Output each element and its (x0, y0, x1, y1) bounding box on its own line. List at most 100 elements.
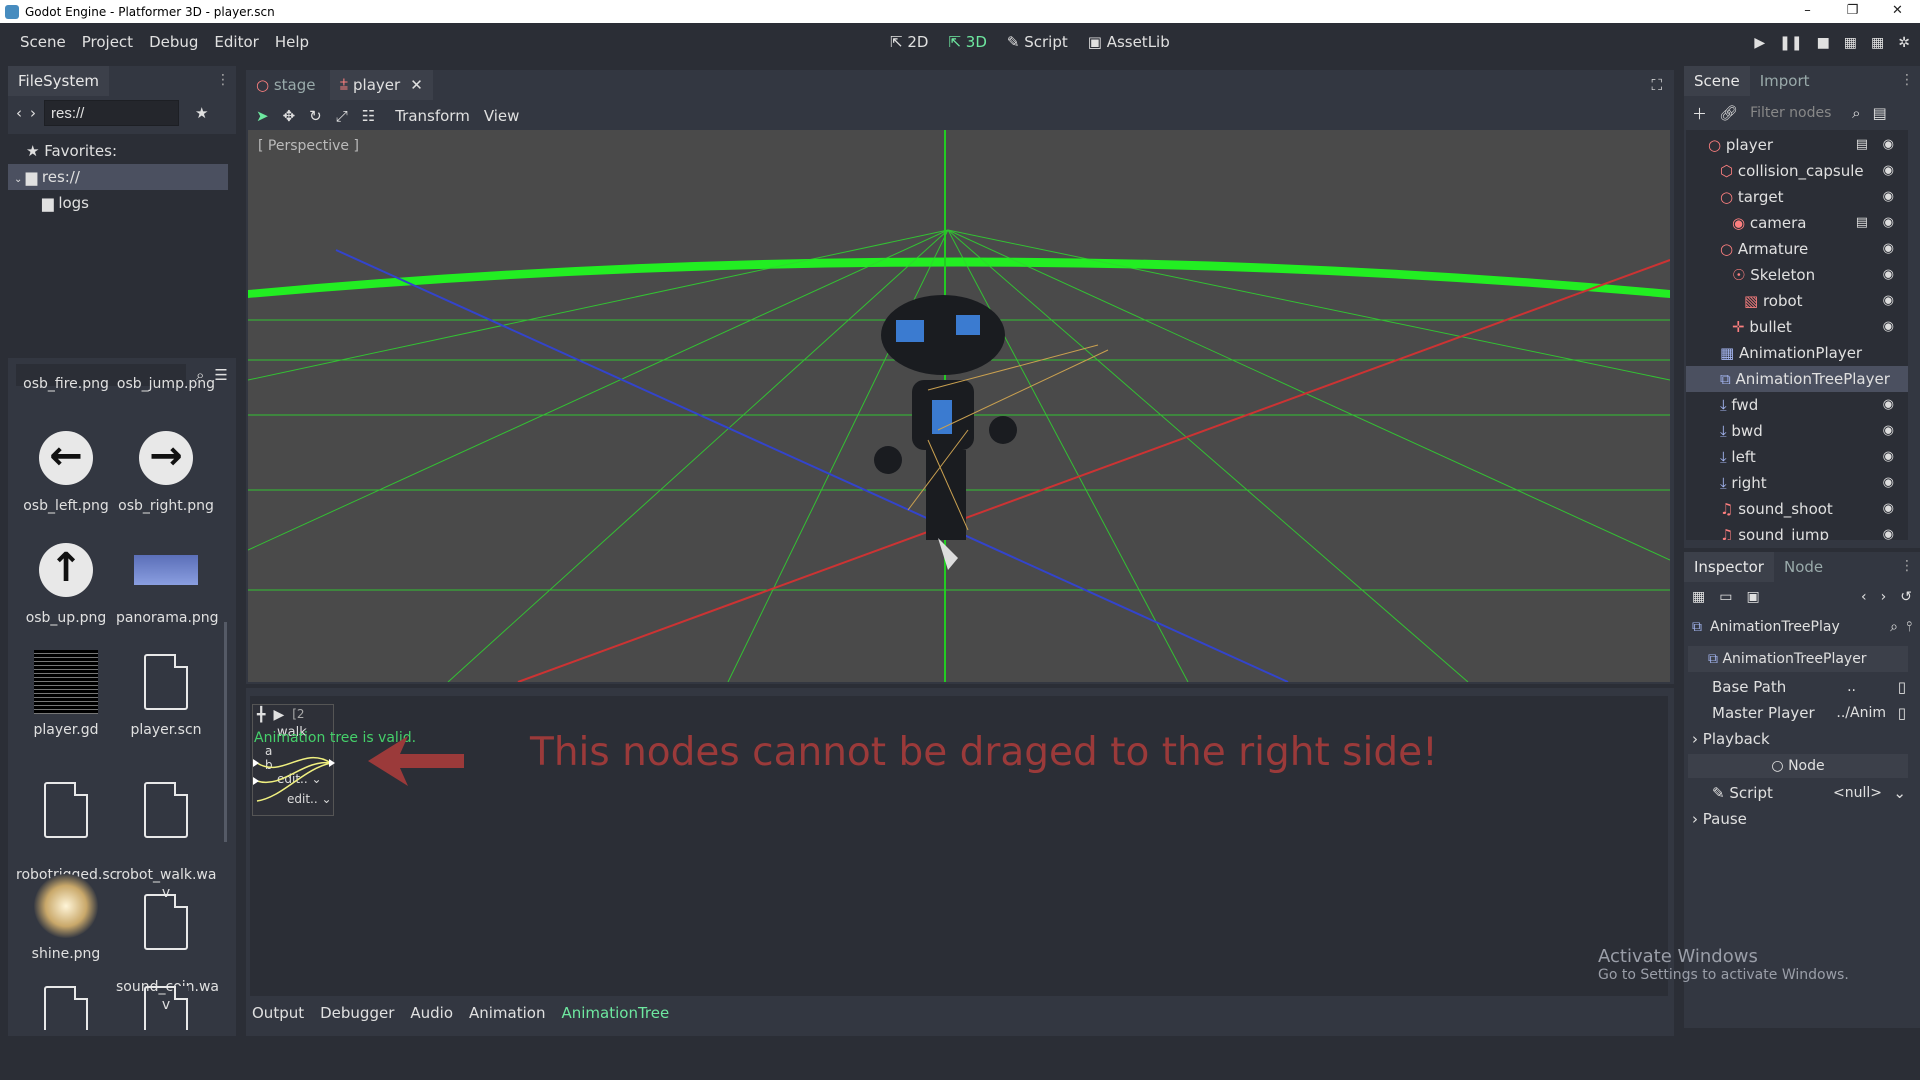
history-forward-icon[interactable]: › (1881, 589, 1887, 605)
add-node-icon[interactable]: ＋ (1692, 103, 1707, 124)
back-arrow-icon[interactable]: ‹ (16, 104, 22, 122)
history-icon[interactable]: ↺ (1900, 589, 1912, 605)
add-node-icon[interactable]: ╋ (257, 707, 265, 723)
close-tab-icon[interactable]: ✕ (410, 76, 423, 94)
path-input[interactable] (44, 100, 179, 126)
prop-value[interactable]: .. (1847, 674, 1856, 700)
mode-script-button[interactable]: ✎ Script (1007, 33, 1068, 51)
menu-project[interactable]: Project (74, 33, 141, 51)
chevron-down-icon[interactable]: ⌄ (1893, 780, 1906, 806)
menu-debug[interactable]: Debug (141, 33, 206, 51)
tab-inspector[interactable]: Inspector (1684, 552, 1774, 582)
file-osb-jump[interactable]: osb_jump.png (116, 376, 216, 392)
minimize-button[interactable]: – (1785, 0, 1830, 23)
mode-3d-button[interactable]: ⇱ 3D (948, 33, 986, 51)
menu-editor[interactable]: Editor (206, 33, 266, 51)
rotate-tool-icon[interactable]: ↻ (309, 107, 322, 125)
play-icon[interactable]: ▶ (1754, 35, 1765, 51)
visibility-eye-icon[interactable]: ◉ (1883, 314, 1894, 340)
visibility-eye-icon[interactable]: ◉ (1883, 392, 1894, 418)
visibility-eye-icon[interactable]: ◉ (1883, 288, 1894, 314)
play-scene-icon[interactable]: ▦ (1844, 35, 1857, 51)
tree-logs[interactable]: ▆ logs (8, 190, 236, 216)
scene-node-bullet[interactable]: ✛ bullet ◉ (1686, 314, 1908, 340)
tab-animationtree[interactable]: AnimationTree (561, 998, 669, 1028)
move-tool-icon[interactable]: ✥ (283, 107, 296, 125)
file-player-scn[interactable]: player.scn (116, 650, 216, 738)
tree-res[interactable]: ⌄ ▆ res:// (8, 164, 228, 190)
scene-node-animationplayer[interactable]: ▦ AnimationPlayer (1686, 340, 1908, 366)
anim-node-blend[interactable]: ╋ ▶ [2 walk a b edit.. ⌄ edit.. ⌄ (252, 704, 335, 816)
maximize-button[interactable]: ❐ (1830, 0, 1875, 23)
scene-node-skeleton[interactable]: ☉ Skeleton ◉ (1686, 262, 1908, 288)
new-resource-icon[interactable]: ▦ (1692, 589, 1705, 605)
file-next-1[interactable] (16, 986, 116, 1030)
file-osb-left[interactable]: ← osb_left.png (16, 426, 116, 514)
tab-animation[interactable]: Animation (469, 998, 545, 1028)
scene-node-bwd[interactable]: ⤓ bwd ◉ (1686, 418, 1908, 444)
fullscreen-icon[interactable]: ⛶ (1651, 76, 1662, 94)
file-shine[interactable]: shine.png (16, 874, 116, 962)
script-icon[interactable]: ▤ (1856, 132, 1868, 158)
list-view-icon[interactable]: ☰ (214, 366, 227, 384)
file-osb-right[interactable]: → osb_right.png (116, 426, 216, 514)
animation-tree-graph[interactable]: ╋ ▶ [2 walk a b edit.. ⌄ edit.. ⌄ Animat… (250, 696, 1668, 996)
section-pause[interactable]: › Pause (1684, 806, 1920, 832)
tab-debugger[interactable]: Debugger (320, 998, 394, 1028)
scene-node-camera[interactable]: ◉ camera ▤ ◉ (1686, 210, 1908, 236)
prop-master-player[interactable]: Master Player ../Anim ▯ (1684, 700, 1920, 726)
history-back-icon[interactable]: ‹ (1861, 589, 1867, 605)
file-osb-up[interactable]: ↑ osb_up.png (16, 538, 116, 626)
visibility-eye-icon[interactable]: ◉ (1883, 470, 1894, 496)
filter-nodes-input[interactable]: Filter nodes (1750, 105, 1840, 121)
tree-favorites[interactable]: ★ Favorites: (8, 138, 236, 164)
file-osb-fire[interactable]: osb_fire.png (16, 376, 116, 392)
play-node-icon[interactable]: ▶ (273, 707, 284, 723)
play-custom-scene-icon[interactable]: ▦ (1871, 35, 1884, 51)
scene-node-player[interactable]: ○ player ▤ ◉ (1686, 132, 1908, 158)
open-folder-icon[interactable]: ▭ (1719, 589, 1732, 605)
3d-viewport[interactable]: [ Perspective ] (248, 130, 1670, 682)
view-menu[interactable]: View (484, 107, 520, 125)
scene-node-collision-capsule[interactable]: ⬡ collision_capsule ◉ (1686, 158, 1908, 184)
file-next-2[interactable] (116, 986, 216, 1030)
menu-scene[interactable]: Scene (12, 33, 74, 51)
visibility-eye-icon[interactable]: ◉ (1883, 444, 1894, 470)
forward-arrow-icon[interactable]: › (30, 104, 36, 122)
section-playback[interactable]: › Playback (1684, 726, 1920, 752)
scene-node-sound-shoot[interactable]: ♫ sound_shoot ◉ (1686, 496, 1908, 522)
kebab-menu-icon[interactable]: ⋮ (1900, 72, 1914, 88)
menu-help[interactable]: Help (267, 33, 317, 51)
visibility-eye-icon[interactable]: ◉ (1883, 184, 1894, 210)
visibility-eye-icon[interactable]: ◉ (1883, 418, 1894, 444)
visibility-eye-icon[interactable]: ◉ (1883, 236, 1894, 262)
select-tool-icon[interactable]: ➤ (256, 107, 269, 125)
tab-filesystem[interactable]: FileSystem (8, 66, 110, 96)
file-scrollbar[interactable] (224, 622, 227, 842)
close-window-button[interactable]: ✕ (1875, 0, 1920, 23)
scene-node-armature[interactable]: ○ Armature ◉ (1686, 236, 1908, 262)
visibility-eye-icon[interactable]: ◉ (1883, 262, 1894, 288)
kebab-menu-icon[interactable]: ⋮ (1900, 558, 1914, 574)
visibility-eye-icon[interactable]: ◉ (1883, 496, 1894, 522)
object-properties-icon[interactable]: ⫯ (1906, 619, 1912, 635)
mode-assetlib-button[interactable]: ▣ AssetLib (1088, 33, 1170, 51)
prop-value[interactable]: ../Anim (1836, 700, 1886, 726)
favorite-star-icon[interactable]: ★ (195, 104, 208, 122)
nodepath-icon[interactable]: ▯ (1898, 674, 1906, 700)
prop-base-path[interactable]: Base Path.. ▯ (1684, 674, 1920, 700)
scale-tool-icon[interactable]: ⤢ (336, 107, 348, 125)
save-icon[interactable]: ▣ (1746, 589, 1759, 605)
visibility-eye-icon[interactable]: ◉ (1883, 158, 1894, 184)
scene-node-sound-jump[interactable]: ♫ sound_jump ◉ (1686, 522, 1908, 540)
tab-scene[interactable]: Scene (1684, 66, 1750, 96)
scene-node-animationtreeplayer[interactable]: ⧉ AnimationTreePlayer (1686, 366, 1908, 392)
visibility-eye-icon[interactable]: ◉ (1883, 132, 1894, 158)
tab-import[interactable]: Import (1750, 66, 1820, 96)
file-player-gd[interactable]: player.gd (16, 650, 116, 738)
scene-node-right[interactable]: ⤓ right ◉ (1686, 470, 1908, 496)
list-select-icon[interactable]: ☷ (362, 107, 375, 125)
mode-2d-button[interactable]: ⇱ 2D (890, 33, 928, 51)
transform-menu[interactable]: Transform (395, 107, 470, 125)
nodepath-icon[interactable]: ▯ (1898, 700, 1906, 726)
